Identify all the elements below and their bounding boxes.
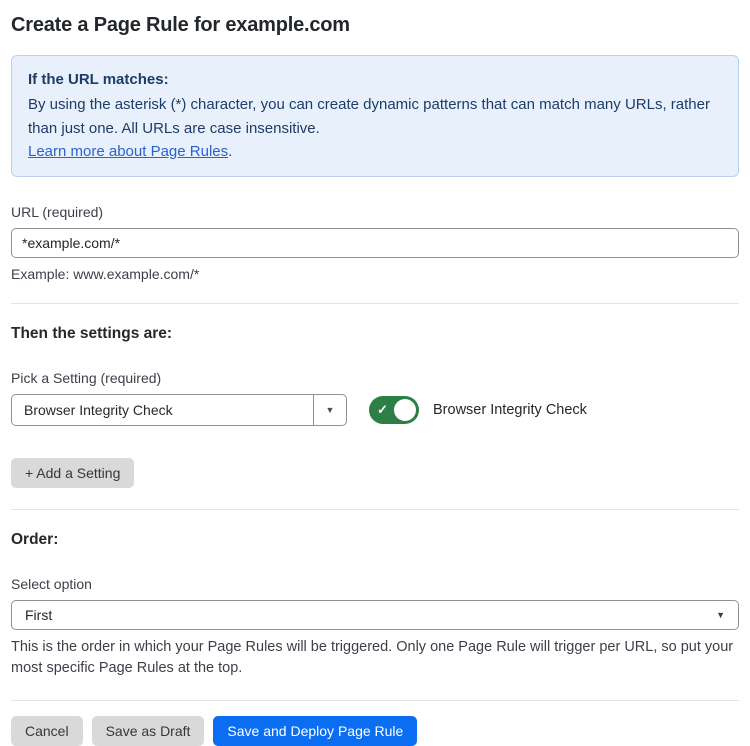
chevron-down-icon: ▼ — [716, 610, 725, 620]
setting-dropdown-arrow-button[interactable]: ▼ — [313, 395, 346, 425]
order-helper-text: This is the order in which your Page Rul… — [11, 637, 739, 679]
info-box-heading: If the URL matches: — [28, 68, 722, 91]
info-box-body: By using the asterisk (*) character, you… — [28, 93, 722, 140]
chevron-down-icon: ▼ — [326, 405, 335, 415]
info-box-link-line: Learn more about Page Rules. — [28, 140, 722, 163]
divider-before-footer — [11, 700, 739, 701]
order-select-value: First — [25, 607, 52, 623]
setting-dropdown[interactable]: Browser Integrity Check ▼ — [11, 394, 347, 426]
cancel-button[interactable]: Cancel — [11, 716, 83, 746]
footer-actions: Cancel Save as Draft Save and Deploy Pag… — [11, 716, 739, 746]
page-rule-form: Create a Page Rule for example.com If th… — [0, 0, 750, 746]
save-as-draft-button[interactable]: Save as Draft — [92, 716, 205, 746]
check-icon: ✓ — [377, 403, 388, 416]
divider-after-url — [11, 303, 739, 304]
pick-setting-label: Pick a Setting (required) — [11, 370, 739, 386]
learn-more-link[interactable]: Learn more about Page Rules — [28, 143, 228, 160]
link-period: . — [228, 143, 232, 160]
setting-toggle[interactable]: ✓ — [369, 396, 419, 424]
setting-toggle-label: Browser Integrity Check — [433, 402, 587, 418]
order-select[interactable]: First ▼ — [11, 600, 739, 630]
url-field-label: URL (required) — [11, 204, 739, 220]
order-section-heading: Order: — [11, 531, 739, 549]
add-setting-button[interactable]: + Add a Setting — [11, 458, 134, 488]
url-example-helper: Example: www.example.com/* — [11, 266, 739, 282]
toggle-knob — [394, 399, 416, 421]
page-title: Create a Page Rule for example.com — [11, 0, 739, 37]
url-input[interactable] — [11, 228, 739, 258]
setting-row: Browser Integrity Check ▼ ✓ Browser Inte… — [11, 394, 739, 426]
settings-section-heading: Then the settings are: — [11, 325, 739, 343]
save-and-deploy-button[interactable]: Save and Deploy Page Rule — [213, 716, 417, 746]
order-select-label: Select option — [11, 576, 739, 592]
divider-after-settings — [11, 509, 739, 510]
url-match-info-box: If the URL matches: By using the asteris… — [11, 55, 739, 177]
setting-dropdown-value: Browser Integrity Check — [12, 395, 313, 425]
